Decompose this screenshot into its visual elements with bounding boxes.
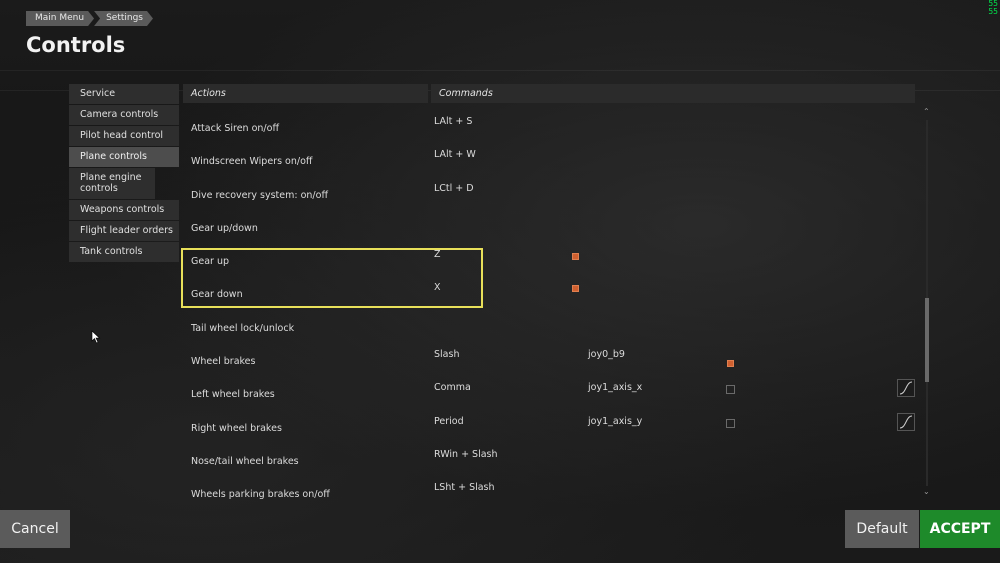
column-header-commands: Commands — [431, 84, 915, 103]
table-row[interactable]: Gear up Z — [183, 244, 919, 277]
conflict-warning-icon — [727, 360, 734, 368]
command-binding[interactable]: LAlt + W — [434, 149, 476, 160]
sidebar-item-flight-leader-orders[interactable]: Flight leader orders — [69, 221, 179, 241]
command-binding[interactable]: LAlt + S — [434, 116, 472, 127]
bindings-list: Attack Siren on/off LAlt + S Windscreen … — [183, 111, 919, 511]
axis-settings-icon[interactable] — [726, 418, 735, 428]
scroll-thumb[interactable] — [925, 298, 929, 382]
action-label: Windscreen Wipers on/off — [191, 156, 313, 168]
action-label: Gear up — [191, 256, 230, 268]
command-binding[interactable]: Z — [434, 249, 441, 260]
scroll-up-icon[interactable]: ⌃ — [923, 108, 930, 116]
sidebar-item-weapons-controls[interactable]: Weapons controls — [69, 200, 179, 220]
command-binding[interactable]: X — [434, 282, 441, 293]
sidebar: Service Camera controls Pilot head contr… — [69, 84, 179, 263]
table-row[interactable]: Right wheel brakes Period joy1_axis_y — [183, 411, 919, 444]
table-row[interactable]: Left wheel brakes Comma joy1_axis_x — [183, 377, 919, 410]
action-label: Dive recovery system: on/off — [191, 189, 328, 201]
fps-counter: 55 55 — [988, 0, 998, 16]
action-label: Attack Siren on/off — [191, 123, 279, 134]
table-row[interactable]: Nose/tail wheel brakes RWin + Slash — [183, 444, 919, 477]
background-line — [0, 70, 1000, 71]
column-header-actions: Actions — [183, 84, 428, 103]
sidebar-item-camera-controls[interactable]: Camera controls — [69, 105, 179, 125]
action-label: Tail wheel lock/unlock — [191, 322, 295, 334]
table-row[interactable]: Tail wheel lock/unlock — [183, 311, 919, 344]
table-row[interactable]: Gear down X — [183, 277, 919, 310]
scrollbar[interactable]: ⌃ ⌄ — [923, 108, 931, 498]
action-label: Nose/tail wheel brakes — [191, 455, 299, 467]
conflict-warning-icon — [572, 253, 579, 261]
table-header: Actions Commands — [183, 84, 915, 103]
scroll-down-icon[interactable]: ⌄ — [923, 488, 930, 496]
action-label: Gear up/down — [191, 222, 258, 234]
response-curve-icon[interactable] — [897, 412, 915, 431]
command-binding[interactable]: RWin + Slash — [434, 449, 498, 460]
response-curve-icon[interactable] — [897, 379, 915, 398]
table-row[interactable]: Dive recovery system: on/off LCtl + D — [183, 178, 919, 211]
table-row[interactable]: Wheel brakes Slash joy0_b9 — [183, 344, 919, 377]
sidebar-item-plane-controls[interactable]: Plane controls — [69, 147, 179, 167]
cancel-button[interactable]: Cancel — [0, 510, 70, 548]
breadcrumb-settings[interactable]: Settings — [94, 11, 153, 26]
breadcrumb: Main Menu Settings — [26, 11, 157, 26]
fps-value: 55 — [988, 7, 998, 16]
command-binding[interactable]: Comma — [434, 382, 471, 393]
page-title: Controls — [26, 33, 126, 57]
accept-button[interactable]: ACCEPT — [920, 510, 1000, 548]
default-button[interactable]: Default — [845, 510, 919, 548]
device-binding[interactable]: joy1_axis_y — [588, 416, 642, 427]
command-binding[interactable]: LSht + Slash — [434, 482, 495, 493]
action-label: Left wheel brakes — [191, 389, 275, 401]
sidebar-item-tank-controls[interactable]: Tank controls — [69, 242, 179, 262]
table-row[interactable]: Windscreen Wipers on/off LAlt + W — [183, 144, 919, 177]
action-label: Wheels parking brakes on/off — [191, 489, 330, 501]
table-row[interactable]: Attack Siren on/off LAlt + S — [183, 111, 919, 144]
command-binding[interactable]: Slash — [434, 349, 459, 360]
table-row[interactable]: Wheels parking brakes on/off LSht + Slas… — [183, 477, 919, 510]
sidebar-item-pilot-head-control[interactable]: Pilot head control — [69, 126, 179, 146]
action-label: Right wheel brakes — [191, 422, 282, 434]
device-binding[interactable]: joy1_axis_x — [588, 382, 642, 393]
conflict-warning-icon — [572, 285, 579, 293]
axis-settings-icon[interactable] — [726, 385, 735, 395]
table-row[interactable]: Gear up/down — [183, 211, 919, 244]
sidebar-item-service[interactable]: Service — [69, 84, 179, 104]
device-binding[interactable]: joy0_b9 — [588, 349, 625, 360]
mouse-cursor-icon — [91, 330, 101, 344]
command-binding[interactable]: LCtl + D — [434, 183, 474, 194]
breadcrumb-main-menu[interactable]: Main Menu — [26, 11, 94, 26]
sidebar-item-plane-engine-controls[interactable]: Plane engine controls — [69, 168, 155, 199]
action-label: Wheel brakes — [191, 356, 256, 368]
action-label: Gear down — [191, 289, 243, 301]
command-binding[interactable]: Period — [434, 416, 464, 427]
